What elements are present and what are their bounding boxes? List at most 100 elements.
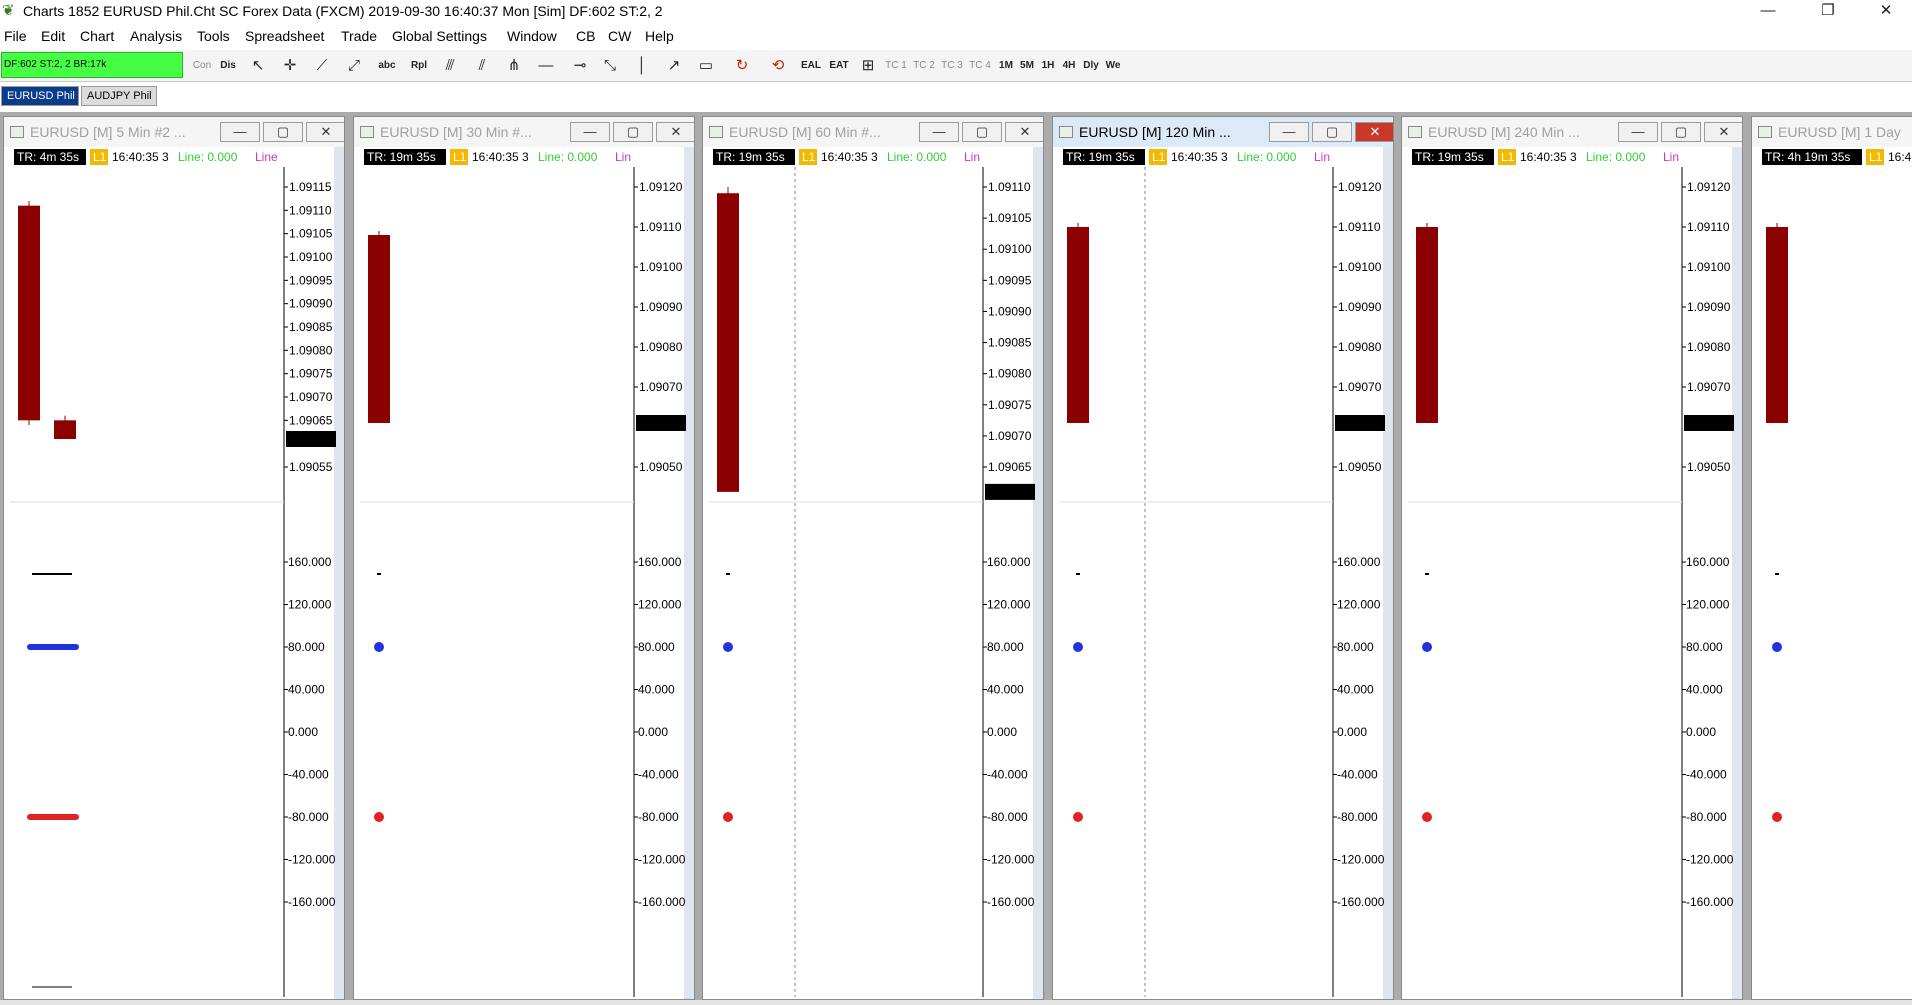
menu-spreadsheet[interactable]: Spreadsheet <box>245 28 324 44</box>
chart-maximize-button[interactable]: ▢ <box>962 122 1002 142</box>
menu-help[interactable]: Help <box>645 28 674 44</box>
chart-window-titlebar[interactable]: EURUSD [M] 5 Min #2 ... — ▢ ✕ <box>4 117 344 147</box>
menu-tools[interactable]: Tools <box>197 28 230 44</box>
chart-body[interactable]: TR: 19m 35s L1 16:40:35 3 Line: 0.000 Lin 1.0… <box>1059 147 1389 997</box>
chart-minimize-button[interactable]: — <box>1618 122 1658 142</box>
eal-button[interactable]: EAL <box>798 55 824 77</box>
pointer-icon[interactable]: ↖ <box>246 55 270 77</box>
time-text: 16:40:35 3 <box>1171 150 1228 164</box>
measure-icon[interactable]: ⤡ <box>598 55 622 77</box>
osc-tick-label: 40.000 <box>638 683 675 697</box>
crosshair-icon[interactable]: ✛ <box>278 55 302 77</box>
chart-maximize-button[interactable]: ▢ <box>1661 122 1701 142</box>
chart-maximize-button[interactable]: ▢ <box>1312 122 1352 142</box>
timeframe-5m-button[interactable]: 5M <box>1017 55 1037 77</box>
tab-audjpy-phil[interactable]: AUDJPY Phil <box>81 86 157 106</box>
chart-minimize-button[interactable]: — <box>1269 122 1309 142</box>
chart-window[interactable]: EURUSD [M] 30 Min #... — ▢ ✕ TR: 19m 35s L1 16… <box>353 116 695 1000</box>
timeframe-1m-button[interactable]: 1M <box>996 55 1016 77</box>
chart-body[interactable]: TR: 19m 35s L1 16:40:35 3 Line: 0.000 Lin 1.0… <box>709 147 1039 997</box>
chart-body[interactable]: TR: 19m 35s L1 16:40:35 3 Line: 0.000 Lin 1.0… <box>1408 147 1738 997</box>
price-tick-label: 1.09085 <box>988 336 1032 350</box>
chart-maximize-button[interactable]: ▢ <box>613 122 653 142</box>
vline-icon[interactable]: │ <box>630 55 654 77</box>
connect-button[interactable]: Con <box>190 55 214 77</box>
tc4-button[interactable]: TC 4 <box>968 55 992 77</box>
menu-cw[interactable]: CW <box>608 28 631 44</box>
tab-eurusd-phil[interactable]: EURUSD Phil <box>1 86 79 106</box>
text-tool-button[interactable]: abc <box>374 55 400 77</box>
menu-analysis[interactable]: Analysis <box>130 28 182 44</box>
price-tick-label: 1.09090 <box>639 300 683 314</box>
timeframe-4h-button[interactable]: 4H <box>1059 55 1079 77</box>
restore-button[interactable]: ❐ <box>1806 0 1850 24</box>
tc2-button[interactable]: TC 2 <box>912 55 936 77</box>
channel-icon[interactable]: ⫽ <box>470 55 494 77</box>
close-button[interactable]: ✕ <box>1864 0 1908 24</box>
menu-chart[interactable]: Chart <box>80 28 114 44</box>
chart-window[interactable]: EURUSD [M] 1 Day TR: 4h 19m 35s L1 16:40 <box>1751 116 1912 1000</box>
calc-icon[interactable]: ⊞ <box>856 55 880 77</box>
chart-window-titlebar[interactable]: EURUSD [M] 240 Min ... — ▢ ✕ <box>1402 117 1742 147</box>
chart-maximize-button[interactable]: ▢ <box>263 122 303 142</box>
eat-button[interactable]: EAT <box>826 55 852 77</box>
timeframe-1h-button[interactable]: 1H <box>1038 55 1058 77</box>
chart-close-button[interactable]: ✕ <box>1704 122 1742 142</box>
chart-window-titlebar[interactable]: EURUSD [M] 1 Day <box>1752 117 1912 147</box>
osc-tick-label: 120.000 <box>1337 598 1381 612</box>
chart-window-titlebar[interactable]: EURUSD [M] 30 Min #... — ▢ ✕ <box>354 117 694 147</box>
rectangle-icon[interactable]: ▭ <box>694 55 718 77</box>
menu-global-settings[interactable]: Global Settings <box>392 28 487 44</box>
chart-minimize-button[interactable]: — <box>220 122 260 142</box>
chart-window[interactable]: EURUSD [M] 60 Min #... — ▢ ✕ TR: 19m 35s L1 16… <box>702 116 1044 1000</box>
lin-label-text: Lin <box>1314 150 1330 164</box>
menu-window[interactable]: Window <box>507 28 557 44</box>
osc-tick-label: -120.000 <box>1337 853 1385 867</box>
line-icon[interactable]: ⟋ <box>310 55 334 77</box>
pitchfork-icon[interactable]: ⋔ <box>502 55 526 77</box>
menu-trade[interactable]: Trade <box>341 28 377 44</box>
chart-svg: TR: 4h 19m 35s L1 16:40 <box>1762 149 1912 822</box>
osc-tick-label: 160.000 <box>1337 555 1381 569</box>
arrow-icon[interactable]: ↗ <box>662 55 686 77</box>
timeframe-daily-button[interactable]: Dly <box>1080 55 1102 77</box>
chart-close-button[interactable]: ✕ <box>306 122 344 142</box>
marker-icon[interactable]: ⊸ <box>568 55 592 77</box>
chart-window-icon <box>1059 126 1073 138</box>
ray-icon[interactable]: ⤢ <box>342 55 366 77</box>
price-tick-label: 1.09115 <box>289 180 332 194</box>
magnet-icon[interactable]: ⟲ <box>766 55 790 77</box>
menu-cb[interactable]: CB <box>576 28 595 44</box>
horizontal-scrollbar[interactable] <box>0 1000 1912 1005</box>
minimize-button[interactable]: — <box>1746 0 1790 24</box>
chart-window[interactable]: EURUSD [M] 240 Min ... — ▢ ✕ TR: 19m 35s L1 16… <box>1401 116 1743 1000</box>
tc1-button[interactable]: TC 1 <box>884 55 908 77</box>
chart-body[interactable]: TR: 4h 19m 35s L1 16:40 <box>1758 147 1912 997</box>
chart-svg: TR: 4m 35s L1 16:40:35 3 Line: 0.000 Line 1.0… <box>10 149 336 997</box>
osc-tick-label: 0.000 <box>987 725 1017 739</box>
chart-window-titlebar[interactable]: EURUSD [M] 60 Min #... — ▢ ✕ <box>703 117 1043 147</box>
replay-button[interactable]: Rpl <box>406 55 432 77</box>
chart-close-button[interactable]: ✕ <box>1005 122 1043 142</box>
chart-window-titlebar[interactable]: EURUSD [M] 120 Min ... — ▢ ✕ <box>1053 117 1393 147</box>
chart-minimize-button[interactable]: — <box>919 122 959 142</box>
chart-window[interactable]: EURUSD [M] 120 Min ... — ▢ ✕ TR: 19m 35s L1 16… <box>1052 116 1394 1000</box>
tr-text: TR: 19m 35s <box>716 150 785 164</box>
chart-close-button[interactable]: ✕ <box>1355 122 1393 142</box>
menu-edit[interactable]: Edit <box>41 28 65 44</box>
chart-body[interactable]: TR: 4m 35s L1 16:40:35 3 Line: 0.000 Line 1.0… <box>10 147 340 997</box>
price-tick-label: 1.09095 <box>988 273 1032 287</box>
chart-body[interactable]: TR: 19m 35s L1 16:40:35 3 Line: 0.000 Lin 1.0… <box>360 147 690 997</box>
chart-close-button[interactable]: ✕ <box>656 122 694 142</box>
title-bar: ❦ Charts 1852 EURUSD Phil.Cht SC Forex D… <box>0 0 1912 24</box>
menu-file[interactable]: File <box>4 28 27 44</box>
disconnect-button[interactable]: Dis <box>216 55 240 77</box>
chart-window[interactable]: EURUSD [M] 5 Min #2 ... — ▢ ✕ TR: 4m 35s L1 16… <box>3 116 345 1000</box>
timeframe-weekly-button[interactable]: We <box>1103 55 1123 77</box>
cycle-icon[interactable]: ↻ <box>730 55 754 77</box>
chart-minimize-button[interactable]: — <box>570 122 610 142</box>
hline-icon[interactable]: — <box>534 55 558 77</box>
tc3-button[interactable]: TC 3 <box>940 55 964 77</box>
cci-low-dot <box>723 812 733 822</box>
fib-icon[interactable]: ⫻ <box>438 55 462 77</box>
